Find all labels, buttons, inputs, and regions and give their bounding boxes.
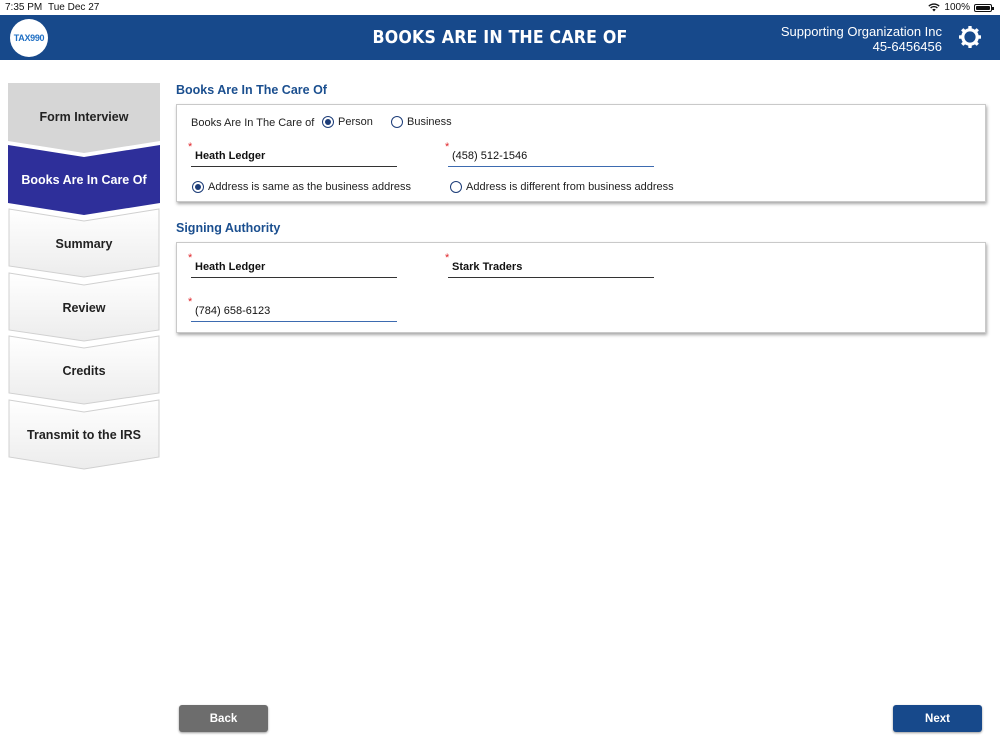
- app-logo[interactable]: TAX990: [10, 19, 48, 57]
- status-bar: 7:35 PM Tue Dec 27 100%: [0, 0, 1000, 15]
- signing-section-title: Signing Authority: [176, 221, 281, 235]
- books-care-of-card: Books Are In The Care of Person Business…: [176, 104, 986, 202]
- status-time: 7:35 PM: [5, 2, 43, 13]
- step-label: Transmit to the IRS: [27, 428, 141, 442]
- step-credits[interactable]: Credits: [8, 335, 160, 405]
- back-button[interactable]: Back: [179, 705, 268, 732]
- signer-name-value: Heath Ledger: [195, 261, 266, 273]
- organization-ein: 45-6456456: [872, 39, 942, 54]
- radio-unselected-icon: [450, 181, 462, 193]
- radio-selected-icon: [192, 181, 204, 193]
- radio-address-different[interactable]: Address is different from business addre…: [450, 181, 674, 193]
- next-button[interactable]: Next: [893, 705, 982, 732]
- signing-authority-card: * Heath Ledger * Stark Traders * (784) 6…: [176, 242, 986, 333]
- step-books-care-of[interactable]: Books Are In Care Of: [8, 145, 160, 215]
- radio-address-same[interactable]: Address is same as the business address: [192, 181, 411, 193]
- required-asterisk: *: [188, 252, 193, 264]
- radio-selected-icon: [322, 116, 334, 128]
- step-label: Form Interview: [39, 110, 129, 124]
- wifi-icon: [928, 3, 941, 12]
- radio-person[interactable]: Person: [322, 116, 373, 128]
- step-review[interactable]: Review: [8, 272, 160, 342]
- care-of-label: Books Are In The Care of: [191, 117, 315, 129]
- step-label: Credits: [62, 364, 106, 378]
- battery-icon: [974, 3, 994, 12]
- radio-address-different-label: Address is different from business addre…: [466, 181, 674, 193]
- step-label: Summary: [55, 237, 113, 251]
- radio-person-label: Person: [338, 116, 373, 128]
- required-asterisk: *: [188, 296, 193, 308]
- care-of-name-field[interactable]: * Heath Ledger: [188, 141, 397, 167]
- required-asterisk: *: [188, 141, 193, 153]
- gear-icon[interactable]: [958, 25, 982, 49]
- step-label: Books Are In Care Of: [21, 173, 147, 187]
- status-date: Tue Dec 27: [48, 2, 100, 13]
- required-asterisk: *: [445, 252, 450, 264]
- care-of-phone-value: (458) 512-1546: [452, 150, 528, 162]
- status-right: 100%: [928, 2, 994, 13]
- radio-unselected-icon: [391, 116, 403, 128]
- logo-text: TAX990: [13, 33, 45, 43]
- step-form-interview[interactable]: Form Interview: [8, 83, 160, 153]
- app-header: TAX990 BOOKS ARE IN THE CARE OF Supporti…: [0, 15, 1000, 60]
- signer-title-field[interactable]: * Stark Traders: [445, 252, 654, 278]
- signer-phone-field[interactable]: * (784) 658-6123: [188, 296, 397, 322]
- step-summary[interactable]: Summary: [8, 208, 160, 278]
- organization-name: Supporting Organization Inc: [780, 24, 942, 39]
- radio-address-same-label: Address is same as the business address: [208, 181, 411, 193]
- care-of-name-value: Heath Ledger: [195, 150, 266, 162]
- required-asterisk: *: [445, 141, 450, 153]
- care-of-phone-field[interactable]: * (458) 512-1546: [445, 141, 654, 167]
- radio-business-label: Business: [407, 116, 452, 128]
- signer-phone-value: (784) 658-6123: [195, 305, 271, 317]
- radio-business[interactable]: Business: [391, 116, 452, 128]
- signer-title-value: Stark Traders: [452, 261, 523, 273]
- step-label: Review: [62, 301, 106, 315]
- step-transmit-irs[interactable]: Transmit to the IRS: [8, 399, 160, 470]
- organization-info: Supporting Organization Inc 45-6456456: [781, 24, 942, 54]
- books-section-title: Books Are In The Care Of: [176, 83, 327, 97]
- battery-percent: 100%: [944, 2, 970, 13]
- signer-name-field[interactable]: * Heath Ledger: [188, 252, 397, 278]
